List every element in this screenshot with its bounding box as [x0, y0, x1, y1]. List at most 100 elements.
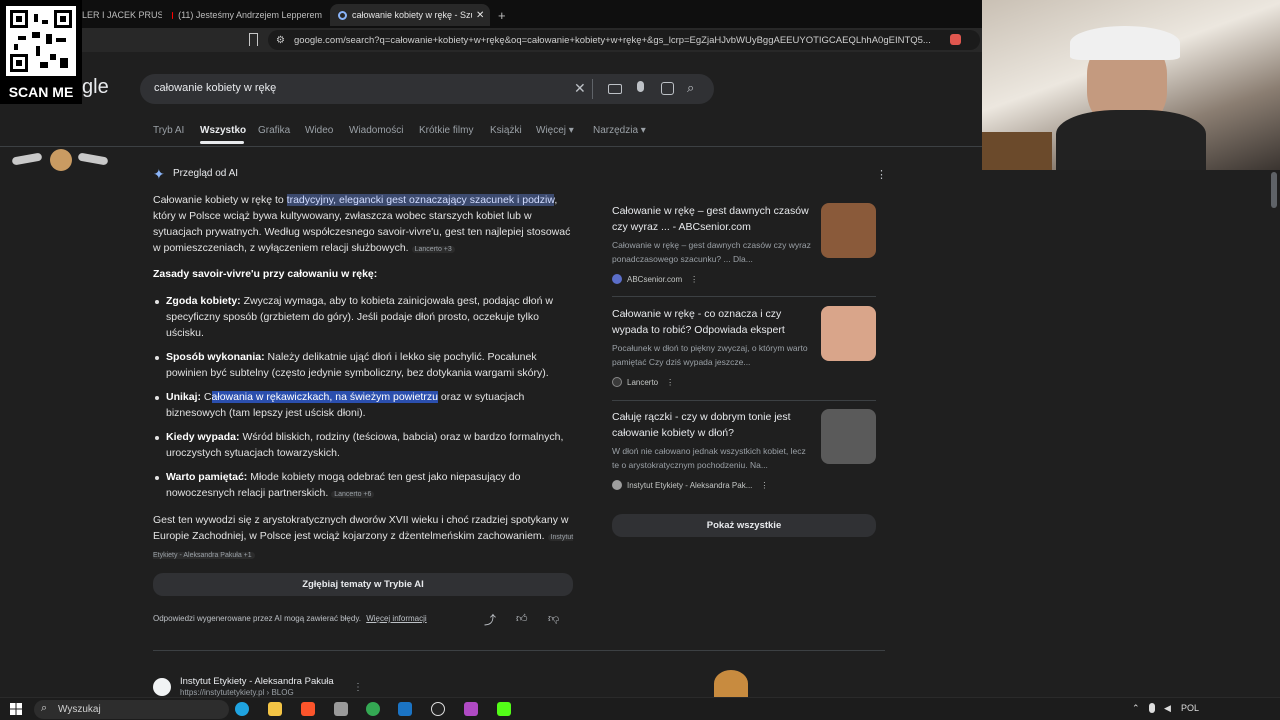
streamer-cap: [1070, 26, 1180, 60]
clear-search-icon[interactable]: ✕: [574, 80, 586, 97]
tray-mic-icon[interactable]: [1149, 703, 1155, 713]
google-favicon-icon: [338, 10, 347, 20]
browser-tab-2[interactable]: (11) Jesteśmy Andrzejem Lepperem: [172, 4, 322, 26]
app-icon-2[interactable]: [464, 702, 478, 716]
show-all-sources-button[interactable]: Pokaż wszystkie: [612, 514, 876, 537]
tab-tools[interactable]: Narzędzia ▾: [593, 125, 646, 136]
bullet-term: Zgoda kobiety:: [166, 295, 241, 307]
brave-icon[interactable]: [301, 702, 315, 716]
bullet-item: Sposób wykonania: Należy delikatnie ująć…: [166, 349, 576, 381]
streamer-shirt: [1056, 110, 1206, 170]
tab-label: (11) Jesteśmy Andrzejem Lepperem: [178, 10, 322, 20]
taskbar-search[interactable]: ⌕ Wyszukaj: [34, 700, 229, 719]
tab-ai-mode[interactable]: Tryb AI: [153, 125, 184, 136]
sticker-decoration: [11, 149, 110, 173]
edge-icon[interactable]: [235, 702, 249, 716]
address-bar-row: ⚙ google.com/search?q=całowanie+kobiety+…: [0, 28, 985, 52]
intro-highlight: tradycyjny, elegancki gest oznaczający s…: [286, 194, 555, 206]
search-box[interactable]: całowanie kobiety w rękę ✕ ⌕: [140, 74, 714, 104]
bullet-dot: [155, 300, 159, 304]
source-thumbnail[interactable]: [821, 409, 876, 464]
tray-chevron-icon[interactable]: ⌃: [1132, 703, 1140, 714]
instytut-result-favicon-icon: [153, 678, 171, 696]
header-divider: [0, 146, 985, 147]
tab-videos[interactable]: Wideo: [305, 125, 333, 136]
more-options-icon[interactable]: ⋮: [876, 168, 887, 181]
source-card[interactable]: Całuję rączki - czy w dobrym tonie jest …: [602, 400, 886, 504]
obs-icon[interactable]: [431, 702, 445, 716]
source-menu-icon[interactable]: ⋮: [690, 275, 698, 284]
result-site-name[interactable]: Instytut Etykiety - Aleksandra Pakuła: [180, 676, 334, 687]
source-title[interactable]: Całowanie w rękę – gest dawnych czasów c…: [612, 203, 812, 235]
bullet-item: Unikaj: Całowania w rękawiczkach, na świ…: [166, 389, 576, 421]
thumbs-up-icon[interactable]: 👍︎: [516, 612, 528, 625]
bullet-item: Kiedy wypada: Wśród bliskich, rodziny (t…: [166, 429, 576, 461]
bullet-term: Warto pamiętać:: [166, 471, 248, 483]
more-info-link[interactable]: Więcej informacji: [366, 614, 426, 623]
lancerto-favicon-icon: [612, 377, 622, 387]
webcam-overlay: [982, 0, 1280, 170]
language-indicator[interactable]: POL: [1181, 703, 1199, 713]
tab-label: LER I JACEK PRUSINO: [82, 10, 162, 20]
search-input[interactable]: całowanie kobiety w rękę: [154, 82, 276, 94]
result-url[interactable]: https://instytutetykiety.pl › BLOG: [180, 688, 294, 697]
show-all-label: Pokaż wszystkie: [706, 520, 782, 531]
ai-intro-paragraph: Całowanie kobiety w rękę to tradycyjny, …: [153, 192, 575, 258]
bullet-item: Zgoda kobiety: Zwyczaj wymaga, aby to ko…: [166, 293, 576, 341]
bullet-term: Unikaj:: [166, 391, 202, 403]
kick-icon[interactable]: [497, 702, 511, 716]
source-thumbnail[interactable]: [821, 306, 876, 361]
ai-sparkle-icon: ✦: [153, 166, 165, 182]
windows-start-icon[interactable]: [10, 703, 22, 715]
url-field[interactable]: ⚙ google.com/search?q=całowanie+kobiety+…: [268, 30, 980, 50]
lens-icon[interactable]: [661, 82, 674, 95]
site-info-icon[interactable]: ⚙: [276, 35, 285, 46]
source-card[interactable]: Całowanie w rękę - co oznacza i czy wypa…: [602, 296, 886, 400]
source-menu-icon[interactable]: ⋮: [666, 378, 674, 387]
google-logo[interactable]: gle: [82, 76, 109, 99]
browser-tab-1[interactable]: LER I JACEK PRUSINO: [82, 4, 162, 26]
search-icon[interactable]: ⌕: [687, 80, 694, 96]
disclaimer-text: Odpowiedzi wygenerowane przez AI mogą za…: [153, 614, 361, 623]
steam-icon[interactable]: [398, 702, 412, 716]
source-snippet: Pocałunek w dłoń to piękny zwyczaj, o kt…: [612, 343, 808, 367]
chrome-icon[interactable]: [366, 702, 380, 716]
browser-tab-active[interactable]: całowanie kobiety w rękę - Szuka ✕: [330, 4, 490, 26]
app-icon[interactable]: [334, 702, 348, 716]
new-tab-button[interactable]: +: [498, 4, 514, 26]
tab-more[interactable]: Więcej ▾: [536, 125, 574, 136]
ai-mode-deep-dive-button[interactable]: Zgłębiaj tematy w Trybie AI: [153, 573, 573, 596]
selected-text: ałowania w rękawiczkach, na świeżym powi…: [211, 391, 438, 403]
bullet-dot: [155, 476, 159, 480]
source-chip[interactable]: Lancerto +6: [331, 491, 375, 498]
qr-code-icon: [6, 6, 76, 76]
close-tab-icon[interactable]: ✕: [476, 10, 484, 21]
result-menu-icon[interactable]: ⋮: [353, 682, 363, 693]
source-title[interactable]: Całowanie w rękę - co oznacza i czy wypa…: [612, 306, 812, 338]
source-title[interactable]: Całuję rączki - czy w dobrym tonie jest …: [612, 409, 812, 441]
bullet-dot: [155, 396, 159, 400]
share-icon[interactable]: ⤴: [484, 611, 496, 628]
tab-images[interactable]: Grafika: [258, 125, 290, 136]
tab-all[interactable]: Wszystko: [200, 125, 246, 136]
keyboard-icon[interactable]: [608, 84, 622, 94]
extension-icon[interactable]: [950, 34, 961, 45]
tab-label: całowanie kobiety w rękę - Szuka: [352, 10, 472, 20]
page-scrollbar[interactable]: [1271, 172, 1277, 208]
source-menu-icon[interactable]: ⋮: [760, 481, 768, 490]
bullet-item: Warto pamiętać: Młode kobiety mogą odebr…: [166, 469, 576, 503]
file-explorer-icon[interactable]: [268, 702, 282, 716]
tab-books[interactable]: Książki: [490, 125, 522, 136]
microphone-icon[interactable]: [637, 81, 644, 92]
organic-result[interactable]: Instytut Etykiety - Aleksandra Pakuła ht…: [153, 676, 503, 697]
browser-tab-bar: LER I JACEK PRUSINO (11) Jesteśmy Andrze…: [0, 0, 985, 28]
source-thumbnail[interactable]: [821, 203, 876, 258]
volume-icon[interactable]: ◀: [1164, 703, 1171, 714]
source-card[interactable]: Całowanie w rękę – gest dawnych czasów c…: [602, 192, 886, 296]
thumbs-down-icon[interactable]: 👎︎: [548, 612, 559, 625]
logo-text: gle: [82, 76, 109, 98]
source-chip[interactable]: Lancerto +3: [411, 246, 455, 253]
tab-short-videos[interactable]: Krótkie filmy: [419, 125, 473, 136]
bookmark-icon[interactable]: [249, 33, 258, 46]
tab-news[interactable]: Wiadomości: [349, 125, 403, 136]
